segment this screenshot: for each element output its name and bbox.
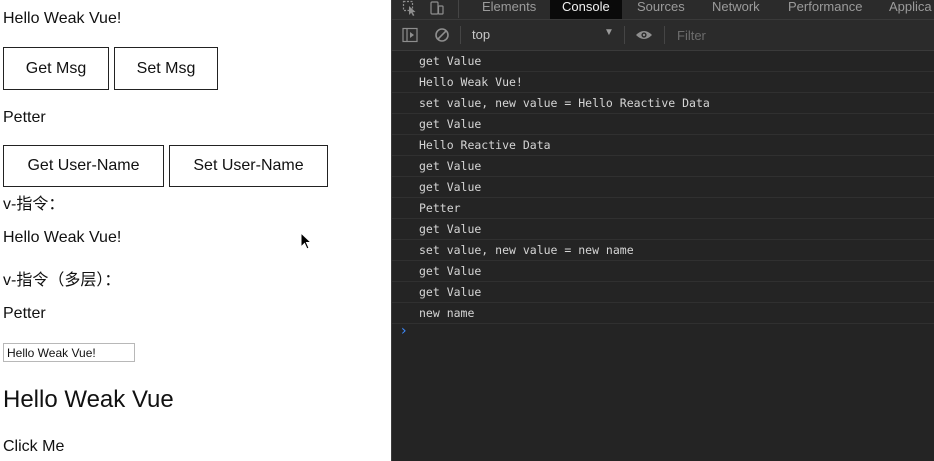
- user-name-text: Petter: [3, 109, 46, 126]
- tab-console[interactable]: Console: [550, 0, 622, 19]
- message-input[interactable]: [3, 343, 135, 362]
- console-log-line: get Value: [392, 177, 934, 198]
- directive-label: v-指令：: [3, 196, 65, 213]
- device-toolbar-icon[interactable]: [430, 0, 444, 16]
- mouse-cursor-icon: [300, 232, 313, 250]
- toolbar-separator: [664, 26, 665, 44]
- filter-input[interactable]: Filter: [677, 28, 706, 43]
- console-log-line: get Value: [392, 219, 934, 240]
- dropdown-arrow-icon[interactable]: ▼: [604, 27, 614, 38]
- tab-application[interactable]: Applica: [889, 0, 932, 19]
- console-log-line: set value, new value = new name: [392, 240, 934, 261]
- toolbar-separator: [460, 26, 461, 44]
- directive-multi-label: v-指令（多层）：: [3, 272, 121, 289]
- get-msg-button[interactable]: Get Msg: [3, 47, 109, 90]
- console-log-line: Hello Weak Vue!: [392, 72, 934, 93]
- console-log-line: get Value: [392, 114, 934, 135]
- message-text: Hello Weak Vue!: [3, 10, 122, 27]
- console-toolbar: top ▼ Filter: [392, 20, 934, 51]
- context-selector[interactable]: top: [472, 27, 490, 42]
- tab-network[interactable]: Network: [712, 0, 760, 19]
- eye-icon[interactable]: [635, 29, 653, 41]
- directive-message: Hello Weak Vue!: [3, 229, 122, 246]
- console-log-line: get Value: [392, 282, 934, 303]
- console-log-line: set value, new value = Hello Reactive Da…: [392, 93, 934, 114]
- page-heading: Hello Weak Vue: [3, 386, 174, 413]
- clear-console-icon[interactable]: [434, 27, 450, 43]
- console-log-line: get Value: [392, 156, 934, 177]
- console-log-line: get Value: [392, 51, 934, 72]
- tab-sources[interactable]: Sources: [637, 0, 685, 19]
- get-user-name-button[interactable]: Get User-Name: [3, 145, 164, 187]
- devtools-tab-bar: Elements Console Sources Network Perform…: [392, 0, 934, 20]
- console-log-line: Hello Reactive Data: [392, 135, 934, 156]
- set-user-name-button[interactable]: Set User-Name: [169, 145, 328, 187]
- directive-multi-name: Petter: [3, 305, 46, 322]
- tab-elements[interactable]: Elements: [482, 0, 536, 19]
- set-msg-button[interactable]: Set Msg: [114, 47, 218, 90]
- click-me-text[interactable]: Click Me: [3, 438, 64, 456]
- page-content: Hello Weak Vue! Get Msg Set Msg Petter G…: [0, 0, 391, 461]
- toolbar-separator: [624, 26, 625, 44]
- console-prompt[interactable]: ›: [392, 323, 934, 341]
- sidebar-toggle-icon[interactable]: [402, 27, 418, 43]
- console-log-line: new name: [392, 303, 934, 324]
- inspect-element-icon[interactable]: [402, 0, 418, 16]
- tab-separator: [458, 0, 459, 18]
- console-output: get Value Hello Weak Vue! set value, new…: [392, 51, 934, 461]
- prompt-chevron-icon: ›: [401, 323, 407, 339]
- console-log-line: Petter: [392, 198, 934, 219]
- devtools-panel: Elements Console Sources Network Perform…: [391, 0, 934, 461]
- console-log-line: get Value: [392, 261, 934, 282]
- tab-performance[interactable]: Performance: [788, 0, 862, 19]
